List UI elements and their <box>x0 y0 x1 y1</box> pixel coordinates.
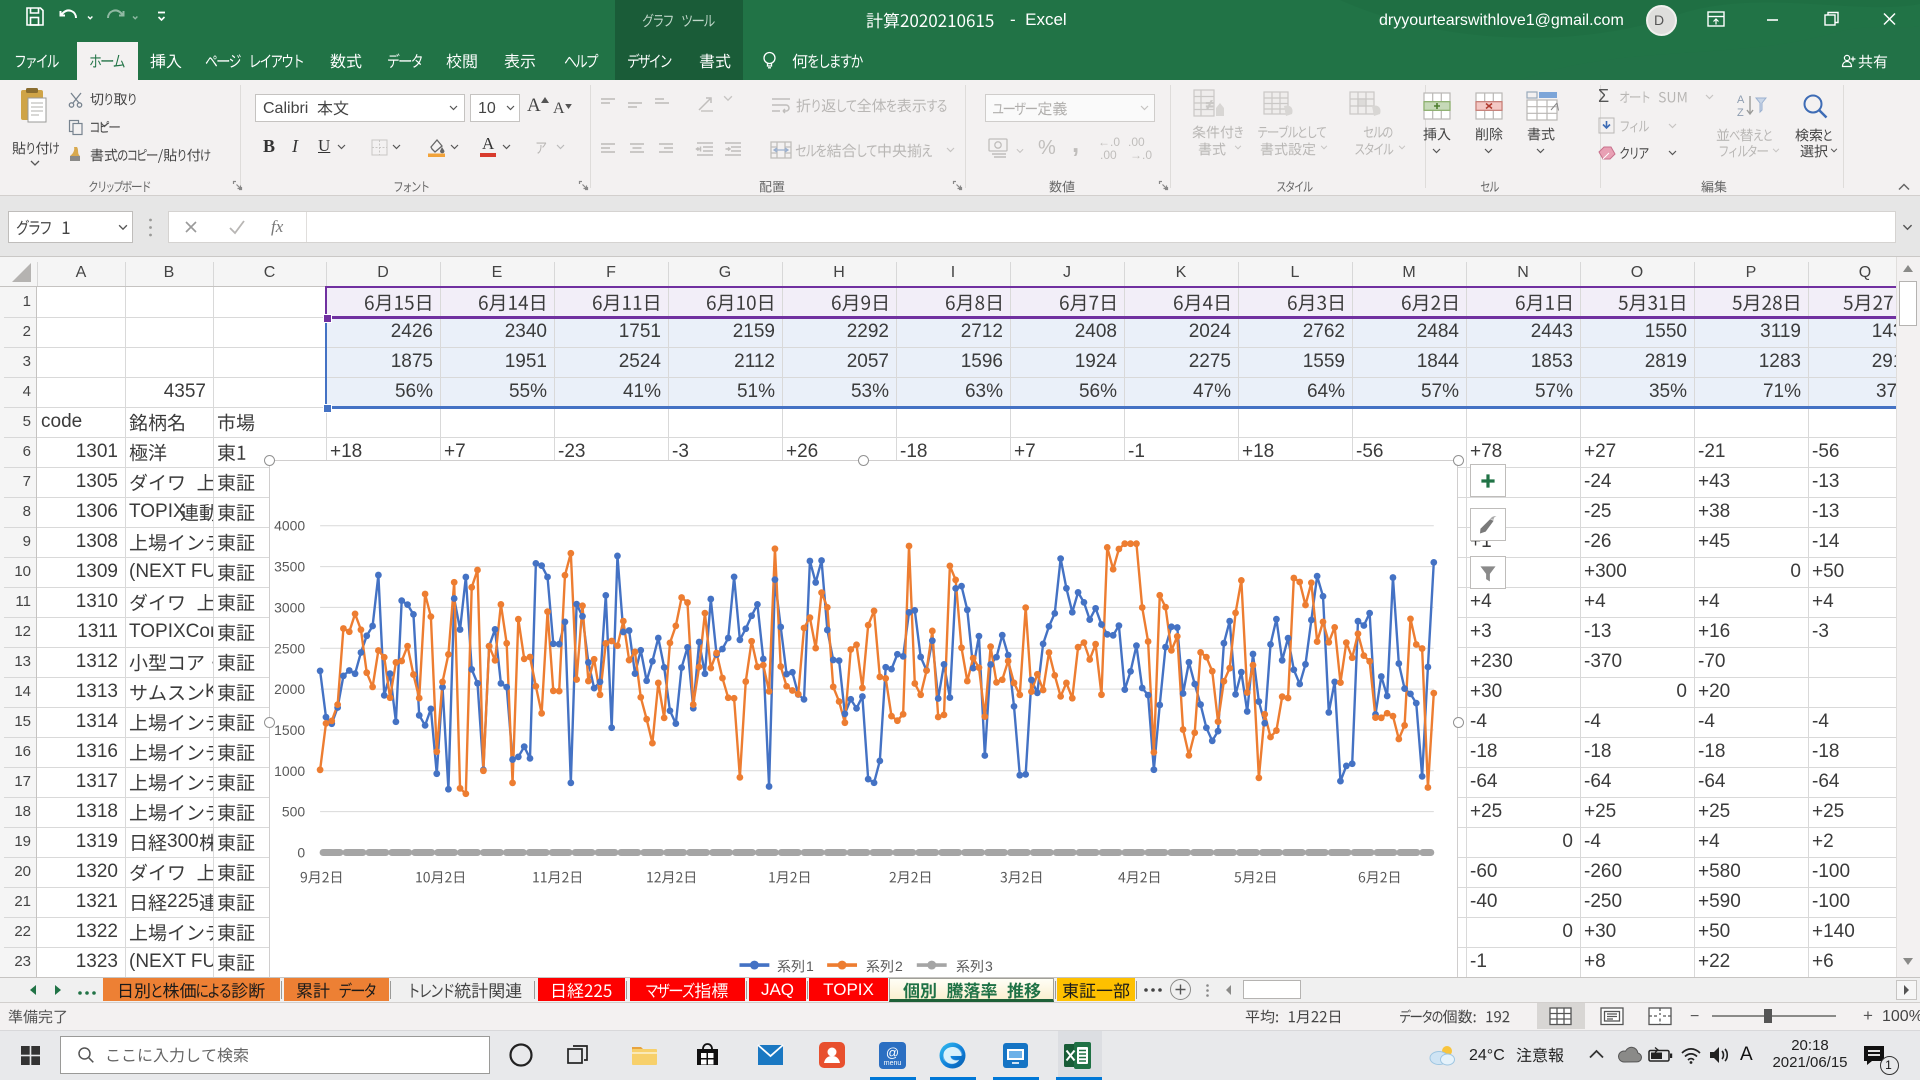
svg-text:3500: 3500 <box>274 559 305 575</box>
svg-text:menu: menu <box>884 1060 902 1067</box>
svg-text:0: 0 <box>297 844 305 860</box>
svg-text:4000: 4000 <box>274 518 305 534</box>
svg-text:@: @ <box>886 1045 899 1060</box>
svg-text:1500: 1500 <box>274 722 305 738</box>
svg-text:1000: 1000 <box>274 763 305 779</box>
svg-text:≠: ≠ <box>1206 97 1213 112</box>
svg-text:500: 500 <box>282 804 306 820</box>
svg-text:A: A <box>1737 94 1745 106</box>
svg-text:Z: Z <box>1737 107 1744 119</box>
svg-text:3000: 3000 <box>274 599 305 615</box>
svg-text:2000: 2000 <box>274 681 305 697</box>
svg-text:2500: 2500 <box>274 640 305 656</box>
